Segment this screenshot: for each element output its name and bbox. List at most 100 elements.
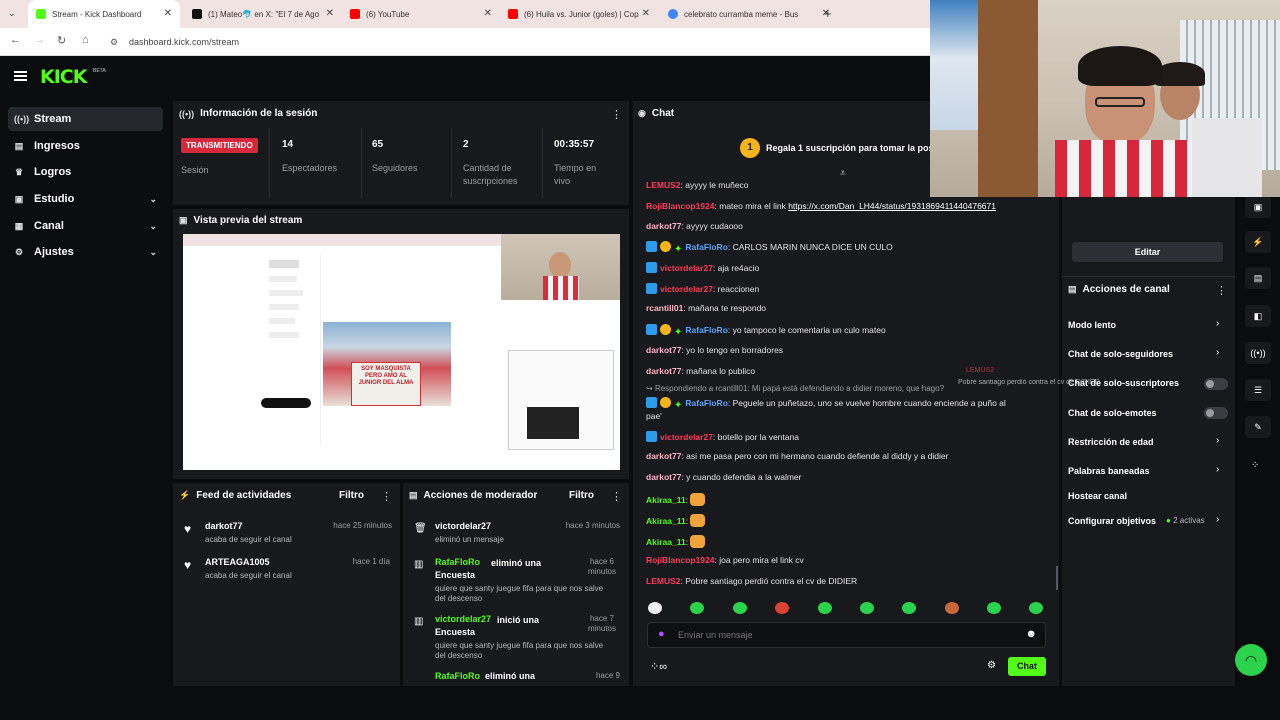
emote-icon[interactable] <box>860 602 874 614</box>
back-icon[interactable]: ← <box>10 34 21 46</box>
chat-username[interactable]: darkot77 <box>646 345 681 355</box>
chat-username[interactable]: darkot77 <box>646 366 681 376</box>
forward-icon[interactable]: → <box>34 34 45 46</box>
camera-tool-icon[interactable]: ▣ <box>1245 196 1271 218</box>
collapse-pinned-icon[interactable]: ⩡ <box>840 168 846 179</box>
feed-filter-button[interactable]: Filtro <box>339 490 364 501</box>
emote-icon[interactable] <box>902 602 916 614</box>
more-options-icon[interactable]: ⋮ <box>611 490 622 503</box>
more-options-icon[interactable]: ⋮ <box>611 108 622 121</box>
pinned-gift-banner[interactable]: 1 Regala 1 suscripción para tomar la pos… <box>740 138 941 160</box>
more-tools-icon[interactable]: ⁘ <box>1251 460 1259 471</box>
more-options-icon[interactable]: ⋮ <box>1216 284 1227 297</box>
microphone-icon[interactable]: ● <box>658 628 665 640</box>
emote-icon[interactable] <box>818 602 832 614</box>
feed-username[interactable]: darkot77 <box>205 521 243 531</box>
tab-x-post[interactable]: (1) Mateo🐬 en X: "El 7 de Ago ✕ <box>184 0 342 28</box>
emote-icon[interactable] <box>733 602 747 614</box>
chat-username[interactable]: Akiraa_11 <box>646 537 686 547</box>
emoji-picker-icon[interactable]: ☻ <box>1025 628 1037 640</box>
chat-username[interactable]: RojiBlancop1924 <box>646 555 715 565</box>
close-icon[interactable]: ✕ <box>642 8 650 19</box>
reload-icon[interactable]: ↻ <box>57 34 66 47</box>
subscribers-only-toggle[interactable] <box>1204 378 1228 390</box>
close-icon[interactable]: ✕ <box>484 8 492 19</box>
chat-input-box[interactable]: ● ☻ <box>647 622 1046 648</box>
chat-username[interactable]: RafaFloRo <box>685 242 728 252</box>
chat-username[interactable]: Akiraa_11 <box>646 495 686 505</box>
mod-time: hace 9 <box>595 671 620 680</box>
chat-settings-icon[interactable]: ⚙ <box>987 660 996 671</box>
emote-icon[interactable] <box>648 602 662 614</box>
chat-username[interactable]: darkot77 <box>646 472 681 482</box>
goals-setting[interactable]: Configurar objetivos <box>1068 516 1156 526</box>
slow-mode-setting[interactable]: Modo lento <box>1068 320 1116 330</box>
chat-link[interactable]: https://x.com/Dan_LH44/status/1931869411… <box>788 201 996 211</box>
new-tab-button[interactable]: + <box>824 6 832 21</box>
edit-button[interactable]: Editar <box>1072 242 1223 262</box>
host-channel-setting[interactable]: Hostear canal <box>1068 491 1127 501</box>
send-chat-button[interactable]: Chat <box>1008 657 1046 676</box>
chat-username[interactable]: victordelar27 <box>660 432 713 442</box>
followers-only-setting[interactable]: Chat de solo-seguidores <box>1068 349 1173 359</box>
url-field[interactable]: dashboard.kick.com/stream <box>129 37 239 47</box>
age-restriction-setting[interactable]: Restricción de edad <box>1068 437 1154 447</box>
menu-icon[interactable] <box>14 71 27 81</box>
close-icon[interactable]: ✕ <box>326 8 334 19</box>
tab-kick-dashboard[interactable]: Stream - Kick Dashboard ✕ <box>28 0 180 28</box>
chat-username[interactable]: RafaFloRo <box>685 398 728 408</box>
sidebar-item-canal[interactable]: ▦ Canal ⌄ <box>8 214 163 238</box>
lightning-tool-icon[interactable]: ⚡ <box>1245 231 1271 253</box>
sidebar-item-ingresos[interactable]: ▤ Ingresos <box>8 134 163 158</box>
site-info-icon[interactable]: ⚙ <box>110 37 118 48</box>
sidebar-item-ajustes[interactable]: ⚙ Ajustes ⌄ <box>8 240 163 264</box>
mod-filter-button[interactable]: Filtro <box>569 490 594 501</box>
emote-icon[interactable] <box>1029 602 1043 614</box>
home-icon[interactable]: ⌂ <box>82 34 89 46</box>
tab-google-search[interactable]: celebrato curramba meme - Bus ✕ <box>660 0 838 28</box>
tab-search-chevron-icon[interactable]: ⌄ <box>8 8 16 19</box>
tab-youtube[interactable]: (6) YouTube ✕ <box>342 0 500 28</box>
feed-username[interactable]: ARTEAGA1005 <box>205 557 270 567</box>
emote-icon[interactable] <box>945 602 959 614</box>
chevron-right-icon[interactable]: › <box>1216 464 1219 475</box>
emote-icon[interactable] <box>987 602 1001 614</box>
chat-scrollbar[interactable] <box>1056 566 1058 590</box>
chat-mode-icon[interactable]: ⁘∞ <box>650 660 667 673</box>
chevron-right-icon[interactable]: › <box>1216 318 1219 329</box>
close-icon[interactable]: ✕ <box>164 8 172 19</box>
chat-username[interactable]: darkot77 <box>646 451 681 461</box>
mod-username[interactable]: victordelar27 <box>435 521 491 531</box>
chat-username[interactable]: LEMUS2 <box>646 180 680 190</box>
banned-words-setting[interactable]: Palabras baneadas <box>1068 466 1150 476</box>
sidebar-item-stream[interactable]: ((•)) Stream <box>8 107 163 131</box>
more-options-icon[interactable]: ⋮ <box>381 490 392 503</box>
kick-logo[interactable]: KICK <box>40 66 87 88</box>
sidebar-item-estudio[interactable]: ▣ Estudio ⌄ <box>8 187 163 211</box>
chat-tool-icon[interactable]: ◧ <box>1245 305 1271 327</box>
chat-username[interactable]: darkot77 <box>646 221 681 231</box>
support-button[interactable]: ◠ <box>1235 644 1267 676</box>
stream-preview-video[interactable]: SOY MASQUISTA PERO AMO AL JUNIOR DEL ALM… <box>183 234 620 470</box>
notes-tool-icon[interactable]: ▤ <box>1245 267 1271 289</box>
mod-username[interactable]: RafaFloRo <box>435 671 480 681</box>
chat-username[interactable]: RojiBlancop1924 <box>646 201 715 211</box>
chevron-right-icon[interactable]: › <box>1216 514 1219 525</box>
chevron-right-icon[interactable]: › <box>1216 347 1219 358</box>
chat-username[interactable]: victordelar27 <box>660 284 713 294</box>
wrench-tool-icon[interactable]: ✎ <box>1245 416 1271 438</box>
emotes-only-toggle[interactable] <box>1204 407 1228 419</box>
chat-username[interactable]: RafaFloRo <box>685 325 728 335</box>
emote-icon[interactable] <box>690 602 704 614</box>
chat-username[interactable]: rcantill01 <box>646 303 683 313</box>
chevron-right-icon[interactable]: › <box>1216 435 1219 446</box>
sidebar-item-logros[interactable]: ♛ Logros <box>8 160 163 184</box>
chat-message-input[interactable] <box>678 627 1008 643</box>
layout-tool-icon[interactable]: ☰ <box>1245 379 1271 401</box>
tab-youtube-huila[interactable]: (6) Huila vs. Junior (goles) | Cop ✕ <box>500 0 658 28</box>
chat-username[interactable]: victordelar27 <box>660 263 713 273</box>
broadcast-tool-icon[interactable]: ((•)) <box>1245 342 1271 364</box>
emote-icon[interactable] <box>775 602 789 614</box>
chat-username[interactable]: LEMUS2 <box>646 576 680 586</box>
chat-username[interactable]: Akiraa_11 <box>646 516 686 526</box>
